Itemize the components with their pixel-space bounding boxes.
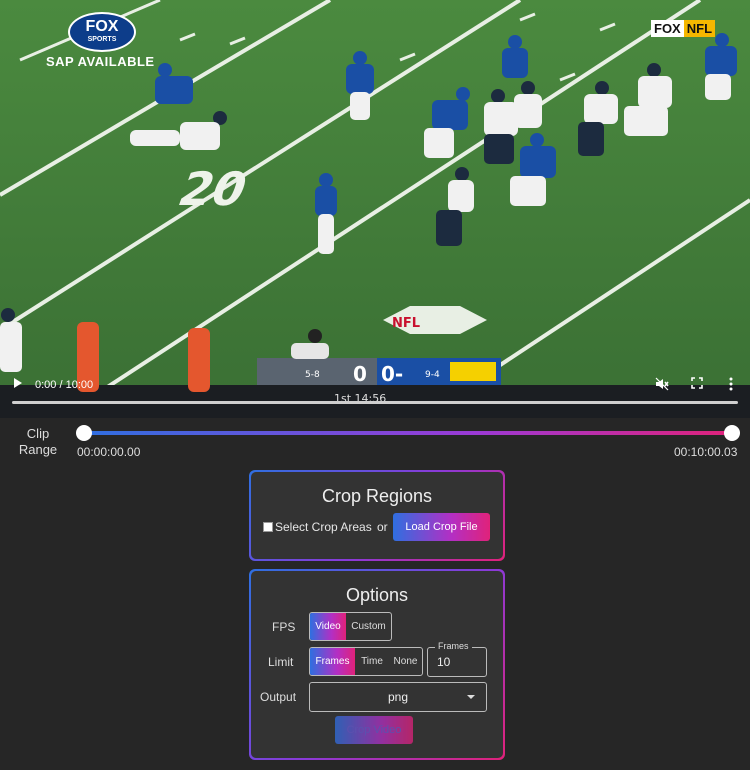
chevron-down-icon (467, 695, 475, 699)
sap-available-label: SAP AVAILABLE (46, 54, 155, 69)
checkbox-box[interactable] (263, 522, 273, 532)
fps-option-video[interactable]: Video (310, 613, 346, 640)
video-progress-bar[interactable] (12, 401, 738, 404)
svg-text:NFL: NFL (392, 316, 420, 331)
clip-end-handle[interactable] (724, 425, 740, 441)
clip-start-time: 00:00:00.00 (77, 445, 141, 459)
video-player[interactable]: 20 NFL 5-8 0 0- 9-4 1st 14:56 FOX SPORTS… (0, 0, 750, 418)
mute-icon[interactable] (655, 377, 669, 391)
time-display: 0:00 / 10:00 (35, 379, 94, 391)
play-icon[interactable] (14, 378, 22, 388)
output-label: Output (260, 690, 297, 704)
limit-option-none[interactable]: None (389, 648, 422, 675)
logo-sub-text: SPORTS (87, 36, 117, 43)
frames-input-value: 10 (437, 655, 451, 669)
logo-network-text: FOX (85, 18, 119, 35)
bug-nfl-text: NFL (683, 20, 716, 37)
bug-fox-text: FOX (651, 20, 684, 37)
crop-regions-title: Crop Regions (321, 486, 433, 506)
clip-start-handle[interactable] (76, 425, 92, 441)
load-crop-file-button[interactable]: Load Crop File (393, 513, 490, 541)
options-title: Options (345, 585, 409, 605)
frames-input-label: Frames (435, 641, 472, 651)
video-controls: 0:00 / 10:00 (0, 370, 750, 410)
fps-option-custom[interactable]: Custom (346, 613, 391, 640)
fps-toggle: Video Custom (309, 612, 392, 641)
limit-toggle: Frames Time None (309, 647, 423, 676)
more-options-icon[interactable] (729, 377, 733, 391)
select-crop-areas-label: Select Crop Areas (275, 520, 372, 534)
crop-regions-panel: Crop Regions Select Crop Areas or Load C… (249, 470, 505, 561)
output-format-value: png (387, 690, 409, 704)
fullscreen-icon[interactable] (691, 377, 703, 389)
limit-label: Limit (268, 655, 294, 669)
limit-option-time[interactable]: Time (355, 648, 389, 675)
select-crop-areas-checkbox[interactable]: Select Crop Areas (263, 520, 372, 534)
crop-video-button[interactable]: Crop Video (335, 716, 413, 744)
frames-input[interactable]: Frames 10 (427, 641, 487, 677)
options-panel: Options FPS Video Custom Limit Frames Ti… (249, 569, 505, 760)
limit-option-frames[interactable]: Frames (310, 648, 355, 675)
output-format-select[interactable]: png (309, 682, 487, 712)
clip-end-time: 00:10:00.03 (674, 445, 738, 459)
clip-range-track[interactable] (84, 431, 732, 435)
fox-sports-logo: FOX SPORTS (68, 12, 136, 52)
fox-nfl-bug: FOX NFL (651, 20, 716, 37)
clip-range-label: Clip Range (18, 426, 58, 457)
or-text: or (377, 520, 388, 534)
fps-label: FPS (272, 620, 296, 634)
